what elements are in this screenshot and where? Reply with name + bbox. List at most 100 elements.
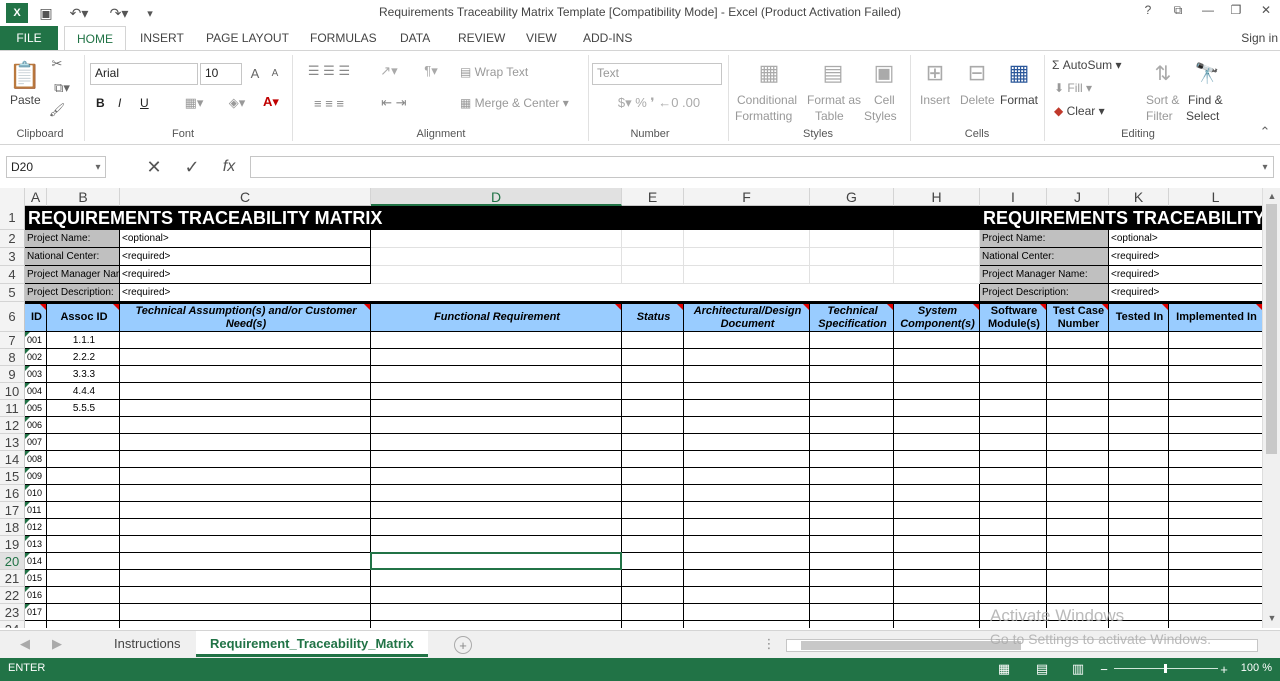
data-cell[interactable]	[684, 468, 810, 485]
data-cell[interactable]	[1047, 400, 1109, 417]
tab-insert[interactable]: INSERT	[140, 26, 184, 50]
worksheet-grid[interactable]: A B C D E F G H I J K L 1 2 3 4 5 6 7 8 9 10 11 12 1…	[0, 188, 1262, 628]
data-cell[interactable]	[684, 417, 810, 434]
row-header[interactable]: 17	[0, 502, 25, 519]
horizontal-scrollbar[interactable]	[786, 639, 1258, 652]
row-header[interactable]: 8	[0, 349, 25, 366]
data-cell[interactable]	[1109, 366, 1169, 383]
data-cell[interactable]	[371, 468, 622, 485]
tab-formulas[interactable]: FORMULAS	[310, 26, 377, 50]
data-cell[interactable]	[622, 366, 684, 383]
data-cell[interactable]	[371, 332, 622, 349]
data-cell[interactable]	[810, 400, 894, 417]
data-cell[interactable]	[810, 553, 894, 570]
orientation-icon[interactable]: ↗▾	[374, 63, 404, 79]
sort-filter-icon[interactable]: ⇅	[1148, 57, 1178, 89]
data-cell[interactable]	[894, 468, 980, 485]
data-cell[interactable]	[371, 485, 622, 502]
data-cell[interactable]	[1047, 417, 1109, 434]
font-size-select[interactable]: 10	[200, 63, 242, 85]
data-cell[interactable]	[684, 366, 810, 383]
data-cell[interactable]	[1047, 604, 1109, 621]
tab-file[interactable]: FILE	[0, 26, 58, 50]
data-cell[interactable]	[810, 519, 894, 536]
find-select-icon[interactable]: 🔭	[1192, 57, 1222, 89]
data-cell[interactable]	[371, 604, 622, 621]
data-cell[interactable]	[1047, 366, 1109, 383]
cell-styles-button[interactable]: Cell	[874, 93, 895, 107]
data-cell[interactable]	[894, 502, 980, 519]
data-cell[interactable]	[1047, 451, 1109, 468]
row-header[interactable]: 13	[0, 434, 25, 451]
data-cell[interactable]	[371, 366, 622, 383]
data-cell[interactable]	[1169, 570, 1262, 587]
requirement-id-cell[interactable]: 017	[25, 604, 47, 621]
data-cell[interactable]	[371, 417, 622, 434]
data-cell[interactable]	[371, 621, 622, 628]
requirement-id-cell[interactable]: 009	[25, 468, 47, 485]
data-cell[interactable]	[1047, 570, 1109, 587]
column-header[interactable]: G	[810, 188, 894, 206]
requirement-id-cell[interactable]: 015	[25, 570, 47, 587]
data-cell[interactable]	[810, 587, 894, 604]
assoc-id-cell[interactable]: 1.1.1	[47, 332, 120, 349]
data-cell[interactable]	[371, 400, 622, 417]
data-cell[interactable]	[622, 451, 684, 468]
data-cell[interactable]	[120, 434, 371, 451]
column-header[interactable]: D	[371, 188, 622, 206]
data-cell[interactable]	[894, 332, 980, 349]
data-cell[interactable]	[47, 485, 120, 502]
row-header[interactable]: 22	[0, 587, 25, 604]
data-cell[interactable]	[810, 451, 894, 468]
data-cell[interactable]	[894, 383, 980, 400]
data-cell[interactable]	[894, 451, 980, 468]
tab-data[interactable]: DATA	[400, 26, 430, 50]
clear-button[interactable]: ◆ Clear ▾	[1054, 104, 1105, 118]
project-info-value[interactable]: <required>	[120, 284, 980, 302]
data-cell[interactable]	[120, 383, 371, 400]
data-cell[interactable]	[894, 519, 980, 536]
data-cell[interactable]	[120, 519, 371, 536]
zoom-level[interactable]: 100 %	[1241, 662, 1272, 674]
empty-cell[interactable]	[622, 266, 684, 284]
data-cell[interactable]	[810, 570, 894, 587]
data-cell[interactable]	[684, 451, 810, 468]
data-cell[interactable]	[810, 366, 894, 383]
data-cell[interactable]	[1109, 468, 1169, 485]
data-cell[interactable]	[1109, 570, 1169, 587]
data-cell[interactable]	[1169, 587, 1262, 604]
data-cell[interactable]	[47, 434, 120, 451]
requirement-id-cell[interactable]: 004	[25, 383, 47, 400]
row-header[interactable]: 11	[0, 400, 25, 417]
data-cell[interactable]	[1047, 502, 1109, 519]
data-cell[interactable]	[47, 570, 120, 587]
data-cell[interactable]	[371, 519, 622, 536]
data-cell[interactable]	[684, 434, 810, 451]
data-cell[interactable]	[980, 434, 1047, 451]
data-cell[interactable]	[1109, 332, 1169, 349]
data-cell[interactable]	[120, 587, 371, 604]
empty-cell[interactable]	[810, 230, 894, 248]
project-info-value[interactable]: <required>	[120, 248, 371, 266]
requirement-id-cell[interactable]: 002	[25, 349, 47, 366]
data-cell[interactable]	[684, 553, 810, 570]
data-cell[interactable]	[1109, 587, 1169, 604]
empty-cell[interactable]	[371, 266, 622, 284]
row-header[interactable]: 18	[0, 519, 25, 536]
restore-icon[interactable]: ❐	[1224, 3, 1248, 23]
data-cell[interactable]	[1109, 621, 1169, 628]
data-cell[interactable]	[1109, 451, 1169, 468]
data-cell[interactable]	[47, 536, 120, 553]
requirement-id-cell[interactable]: 001	[25, 332, 47, 349]
data-cell[interactable]	[1109, 383, 1169, 400]
fill-button[interactable]: ⬇ Fill ▾	[1054, 81, 1092, 95]
page-layout-view-icon[interactable]: ▤	[1034, 661, 1050, 677]
format-cells-button[interactable]: Format	[1000, 93, 1038, 107]
data-cell[interactable]	[371, 502, 622, 519]
cell-styles-icon[interactable]: ▣	[869, 57, 899, 89]
data-cell[interactable]	[622, 587, 684, 604]
data-cell[interactable]	[684, 570, 810, 587]
italic-button[interactable]: I	[118, 96, 121, 110]
data-cell[interactable]	[371, 434, 622, 451]
data-cell[interactable]	[1169, 383, 1262, 400]
